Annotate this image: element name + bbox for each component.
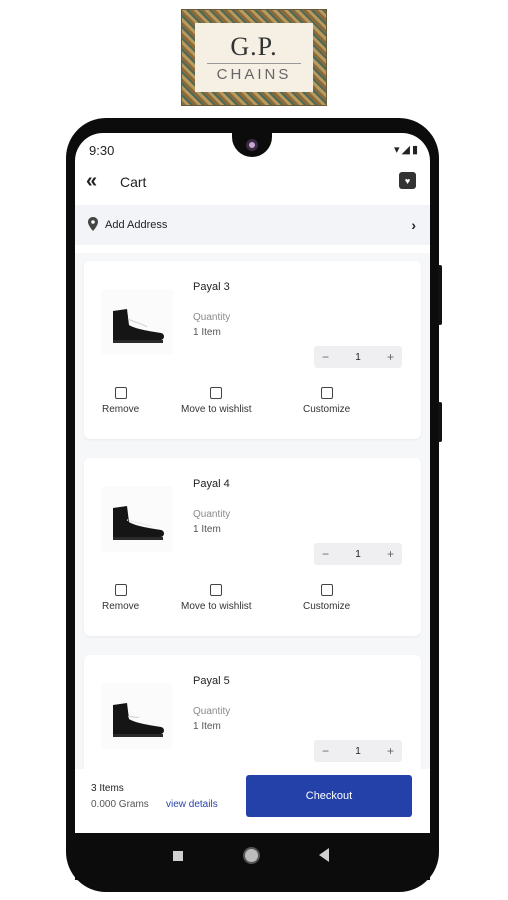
- power-button: [438, 402, 442, 442]
- items-count: 3 Items: [91, 783, 124, 794]
- plus-icon[interactable]: +: [387, 744, 394, 758]
- stepper-count: 1: [355, 745, 361, 757]
- app-screen: 9:30 ▾◢▮ « Cart ♥ Add Address › Payal 3 …: [75, 133, 430, 833]
- remove-button[interactable]: Remove: [102, 387, 139, 415]
- minus-icon[interactable]: −: [322, 744, 329, 758]
- customize-icon: [320, 387, 333, 399]
- wishlist-icon: [210, 584, 223, 596]
- camera-notch: [232, 133, 272, 157]
- shoe-image: [113, 309, 164, 343]
- volume-button: [438, 265, 442, 325]
- minus-icon[interactable]: −: [322, 350, 329, 364]
- cart-item: Payal 4 Quantity 1 Item − 1 + Remove Mov…: [84, 458, 421, 636]
- add-address-label: Add Address: [105, 219, 168, 231]
- status-time: 9:30: [89, 143, 115, 158]
- product-image[interactable]: [101, 486, 173, 552]
- system-nav-bar: [75, 833, 430, 880]
- stepper-count: 1: [355, 351, 361, 363]
- view-details-link[interactable]: view details: [166, 799, 218, 810]
- cart-item: Payal 3 Quantity 1 Item − 1 + Remove Mov…: [84, 261, 421, 439]
- product-image[interactable]: [101, 683, 173, 749]
- customize-button[interactable]: Customize: [303, 584, 350, 612]
- move-to-wishlist-button[interactable]: Move to wishlist: [181, 584, 252, 612]
- item-name: Payal 4: [193, 478, 230, 490]
- quantity-stepper[interactable]: − 1 +: [314, 346, 402, 368]
- item-name: Payal 5: [193, 675, 230, 687]
- plus-icon[interactable]: +: [387, 350, 394, 364]
- logo-main-text: G.P.: [230, 31, 278, 61]
- quantity-label: Quantity: [193, 312, 231, 323]
- camera-icon: [246, 139, 258, 151]
- checkout-button[interactable]: Checkout: [246, 775, 412, 817]
- page: G.P. CHAINS 9:30 ▾◢▮ « Cart ♥ Add Addres…: [0, 0, 508, 900]
- home-icon[interactable]: [243, 847, 260, 864]
- trash-icon: [114, 584, 127, 596]
- shoe-image: [113, 506, 164, 540]
- trash-icon: [114, 387, 127, 399]
- add-address-row[interactable]: Add Address ›: [75, 205, 430, 245]
- customize-button[interactable]: Customize: [303, 387, 350, 415]
- item-actions: Remove Move to wishlist Customize: [84, 387, 421, 427]
- top-bar: « Cart ♥: [75, 167, 430, 203]
- page-title: Cart: [120, 174, 147, 190]
- brand-logo: G.P. CHAINS: [181, 9, 327, 106]
- cart-item: Payal 5 Quantity 1 Item − 1 +: [84, 655, 421, 769]
- quantity-stepper[interactable]: − 1 +: [314, 740, 402, 762]
- quantity-stepper[interactable]: − 1 +: [314, 543, 402, 565]
- cart-list[interactable]: Payal 3 Quantity 1 Item − 1 + Remove Mov…: [75, 253, 430, 769]
- remove-button[interactable]: Remove: [102, 584, 139, 612]
- back-chevron-icon[interactable]: «: [86, 171, 97, 191]
- quantity-label: Quantity: [193, 509, 231, 520]
- cart-footer: 3 Items 0.000 Grams view details Checkou…: [75, 769, 430, 833]
- quantity-value: 1 Item: [193, 721, 221, 732]
- stepper-count: 1: [355, 548, 361, 560]
- total-grams: 0.000 Grams: [91, 799, 149, 810]
- quantity-value: 1 Item: [193, 327, 221, 338]
- shoe-image: [113, 703, 164, 737]
- chevron-right-icon: ›: [411, 217, 416, 233]
- signal-icon: ◢: [401, 144, 412, 156]
- plus-icon[interactable]: +: [387, 547, 394, 561]
- minus-icon[interactable]: −: [322, 547, 329, 561]
- bag-icon[interactable]: ♥: [399, 172, 416, 189]
- back-triangle-icon[interactable]: [319, 848, 329, 862]
- quantity-value: 1 Item: [193, 524, 221, 535]
- recents-icon[interactable]: [173, 851, 183, 861]
- location-pin-icon: [88, 217, 98, 231]
- battery-icon: ▮: [411, 144, 420, 156]
- product-image[interactable]: [101, 289, 173, 355]
- status-icons: ▾◢▮: [394, 143, 420, 156]
- logo-sub-text: CHAINS: [216, 65, 292, 83]
- customize-icon: [320, 584, 333, 596]
- quantity-label: Quantity: [193, 706, 231, 717]
- item-name: Payal 3: [193, 281, 230, 293]
- move-to-wishlist-button[interactable]: Move to wishlist: [181, 387, 252, 415]
- item-actions: Remove Move to wishlist Customize: [84, 584, 421, 624]
- wishlist-icon: [210, 387, 223, 399]
